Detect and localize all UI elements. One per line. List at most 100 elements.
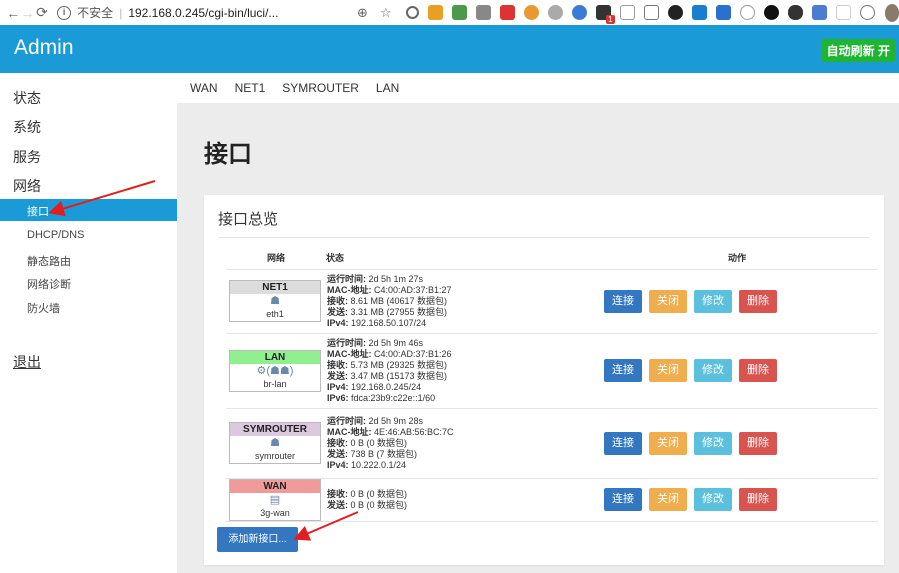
word-extension-icon[interactable]	[715, 5, 731, 20]
delete-button[interactable]: 删除	[739, 359, 777, 382]
actions-cell: 连接 关闭 修改 删除	[596, 269, 878, 334]
table-header-row: 网络 状态 动作	[226, 247, 878, 270]
app-header: Admin 自动刷新 开	[0, 25, 899, 73]
auto-refresh-toggle[interactable]: 自动刷新 开	[821, 39, 895, 62]
interfaces-table: 网络 状态 动作 NET1 ☗ eth1 运行时间: 2d 5h 1m 27s MAC-…	[226, 247, 878, 522]
status-value: 2d 5h 9m 28s	[366, 415, 424, 426]
status-value: 10.222.0.1/24	[348, 459, 407, 470]
status-value: 192.168.50.107/24	[348, 317, 427, 328]
address-bar[interactable]: i 不安全 | 192.168.0.245/cgi-bin/luci/...	[57, 2, 345, 23]
brand-title[interactable]: Admin	[14, 36, 74, 60]
extension-icon[interactable]	[451, 5, 467, 20]
delete-button[interactable]: 删除	[739, 431, 777, 455]
sidebar-item-network[interactable]: 网络	[13, 176, 41, 196]
status-value: 0 B (0 数据包)	[348, 437, 408, 448]
status-line: IPv6: fdca:23b9:c22e::1/60	[327, 393, 596, 404]
sidebar-subitem-dhcp-dns[interactable]: DHCP/DNS	[27, 229, 84, 241]
tab-lan[interactable]: LAN	[376, 81, 399, 95]
reload-icon[interactable]: ⟳	[35, 4, 49, 21]
status-line: MAC-地址: C4:00:AD:37:B1:27	[327, 285, 596, 296]
sidebar: 状态 系统 服务 网络 接口 DHCP/DNS 静态路由 网络诊断 防火墙 退出	[0, 73, 177, 573]
delete-button[interactable]: 删除	[739, 488, 777, 511]
network-device-name: 3g-wan	[260, 507, 290, 518]
delete-button[interactable]: 删除	[739, 289, 777, 313]
tab-net1[interactable]: NET1	[235, 81, 266, 95]
sidebar-item-system[interactable]: 系统	[13, 117, 41, 137]
main-content: 接口 接口总览 网络 状态 动作 NET1 ☗ eth1 运行时间: 2d 5h 1m…	[177, 103, 899, 573]
interfaces-overview-card: 接口总览 网络 状态 动作 NET1 ☗ eth1 运行时间: 2d 5h 1m 27…	[204, 195, 884, 565]
status-line: 运行时间: 2d 5h 9m 46s	[327, 338, 596, 349]
back-icon[interactable]: ←	[6, 5, 20, 21]
status-line: 发送: 3.47 MB (15173 数据包)	[327, 371, 596, 382]
status-value: 2d 5h 9m 46s	[366, 337, 424, 348]
connect-button[interactable]: 连接	[604, 359, 642, 382]
sidebar-subitem-static-routes[interactable]: 静态路由	[27, 253, 71, 269]
sidebar-subitem-label: 接口	[27, 206, 49, 218]
bookmark-star-icon[interactable]: ☆	[380, 5, 392, 21]
stop-button[interactable]: 关闭	[649, 289, 687, 313]
stop-button[interactable]: 关闭	[649, 488, 687, 511]
extension-icon[interactable]	[859, 5, 875, 20]
translate-extension-icon[interactable]	[811, 5, 827, 20]
extension-icon[interactable]	[763, 5, 779, 20]
sidebar-item-services[interactable]: 服务	[13, 147, 41, 167]
status-line: 运行时间: 2d 5h 9m 28s	[327, 416, 596, 427]
status-key: 接收:	[327, 359, 348, 370]
extension-icon[interactable]	[691, 5, 707, 20]
zoom-icon[interactable]: ⊕	[357, 5, 368, 21]
extension-icon[interactable]	[787, 5, 803, 20]
extension-icon[interactable]	[427, 5, 443, 20]
extension-icon[interactable]	[571, 5, 587, 20]
network-device-icon: ☗	[270, 295, 280, 307]
extension-icon[interactable]	[739, 5, 755, 20]
network-device-name: eth1	[266, 309, 284, 319]
info-icon[interactable]: i	[57, 5, 72, 20]
status-line: 接收: 0 B (0 数据包)	[327, 438, 596, 449]
status-line: MAC-地址: 4E:46:AB:56:BC:7C	[327, 427, 596, 438]
camera-extension-icon[interactable]	[475, 5, 491, 20]
status-value: 8.61 MB (40617 数据包)	[348, 295, 448, 306]
eye-extension-icon[interactable]	[667, 5, 683, 20]
connect-button[interactable]: 连接	[604, 289, 642, 313]
status-key: IPv6:	[327, 392, 349, 403]
edit-button[interactable]: 修改	[694, 359, 732, 382]
sidebar-subitem-firewall[interactable]: 防火墙	[27, 300, 60, 316]
screenshot-extension-icon[interactable]	[643, 5, 659, 20]
status-value: 5.73 MB (29325 数据包)	[348, 359, 448, 370]
edit-button[interactable]: 修改	[694, 289, 732, 313]
history-extension-icon[interactable]	[405, 6, 419, 19]
edit-button[interactable]: 修改	[694, 431, 732, 455]
status-key: 运行时间:	[327, 415, 366, 426]
edit-button[interactable]: 修改	[694, 488, 732, 511]
connect-button[interactable]: 连接	[604, 431, 642, 455]
extension-icon[interactable]: 1	[595, 5, 615, 24]
cookie-extension-icon[interactable]	[523, 5, 539, 20]
column-header-network: 网络	[226, 247, 326, 270]
address-separator: |	[119, 5, 123, 20]
extension-icon[interactable]	[499, 5, 515, 20]
add-interface-button[interactable]: 添加新接口...	[217, 527, 298, 552]
status-key: IPv4:	[327, 381, 349, 392]
actions-cell: 连接 关闭 修改 删除	[596, 408, 878, 479]
extension-icon[interactable]	[835, 5, 851, 20]
stop-button[interactable]: 关闭	[649, 431, 687, 455]
status-key: IPv4:	[327, 317, 349, 328]
network-badge: NET1 ☗ eth1	[229, 280, 321, 322]
logout-link[interactable]: 退出	[13, 352, 41, 372]
url-text[interactable]: 192.168.0.245/cgi-bin/luci/...	[128, 6, 278, 20]
forward-icon[interactable]: →	[20, 5, 35, 21]
status-cell: 运行时间: 2d 5h 1m 27s MAC-地址: C4:00:AD:37:B1…	[326, 269, 596, 334]
sidebar-subitem-interfaces[interactable]: 接口	[0, 199, 177, 221]
sidebar-item-status[interactable]: 状态	[13, 88, 41, 108]
tab-symrouter[interactable]: SYMROUTER	[282, 81, 359, 95]
stop-button[interactable]: 关闭	[649, 359, 687, 382]
profile-avatar[interactable]	[884, 3, 899, 22]
sidebar-subitem-diagnostics[interactable]: 网络诊断	[27, 276, 71, 292]
extension-icon[interactable]	[547, 5, 563, 20]
tab-wan[interactable]: WAN	[190, 81, 218, 95]
cursor-extension-icon[interactable]	[619, 5, 635, 20]
status-value: 192.168.0.245/24	[348, 381, 422, 392]
status-cell: 运行时间: 2d 5h 9m 28s MAC-地址: 4E:46:AB:56:BC…	[326, 408, 596, 479]
network-name: WAN	[230, 479, 320, 493]
connect-button[interactable]: 连接	[604, 488, 642, 511]
